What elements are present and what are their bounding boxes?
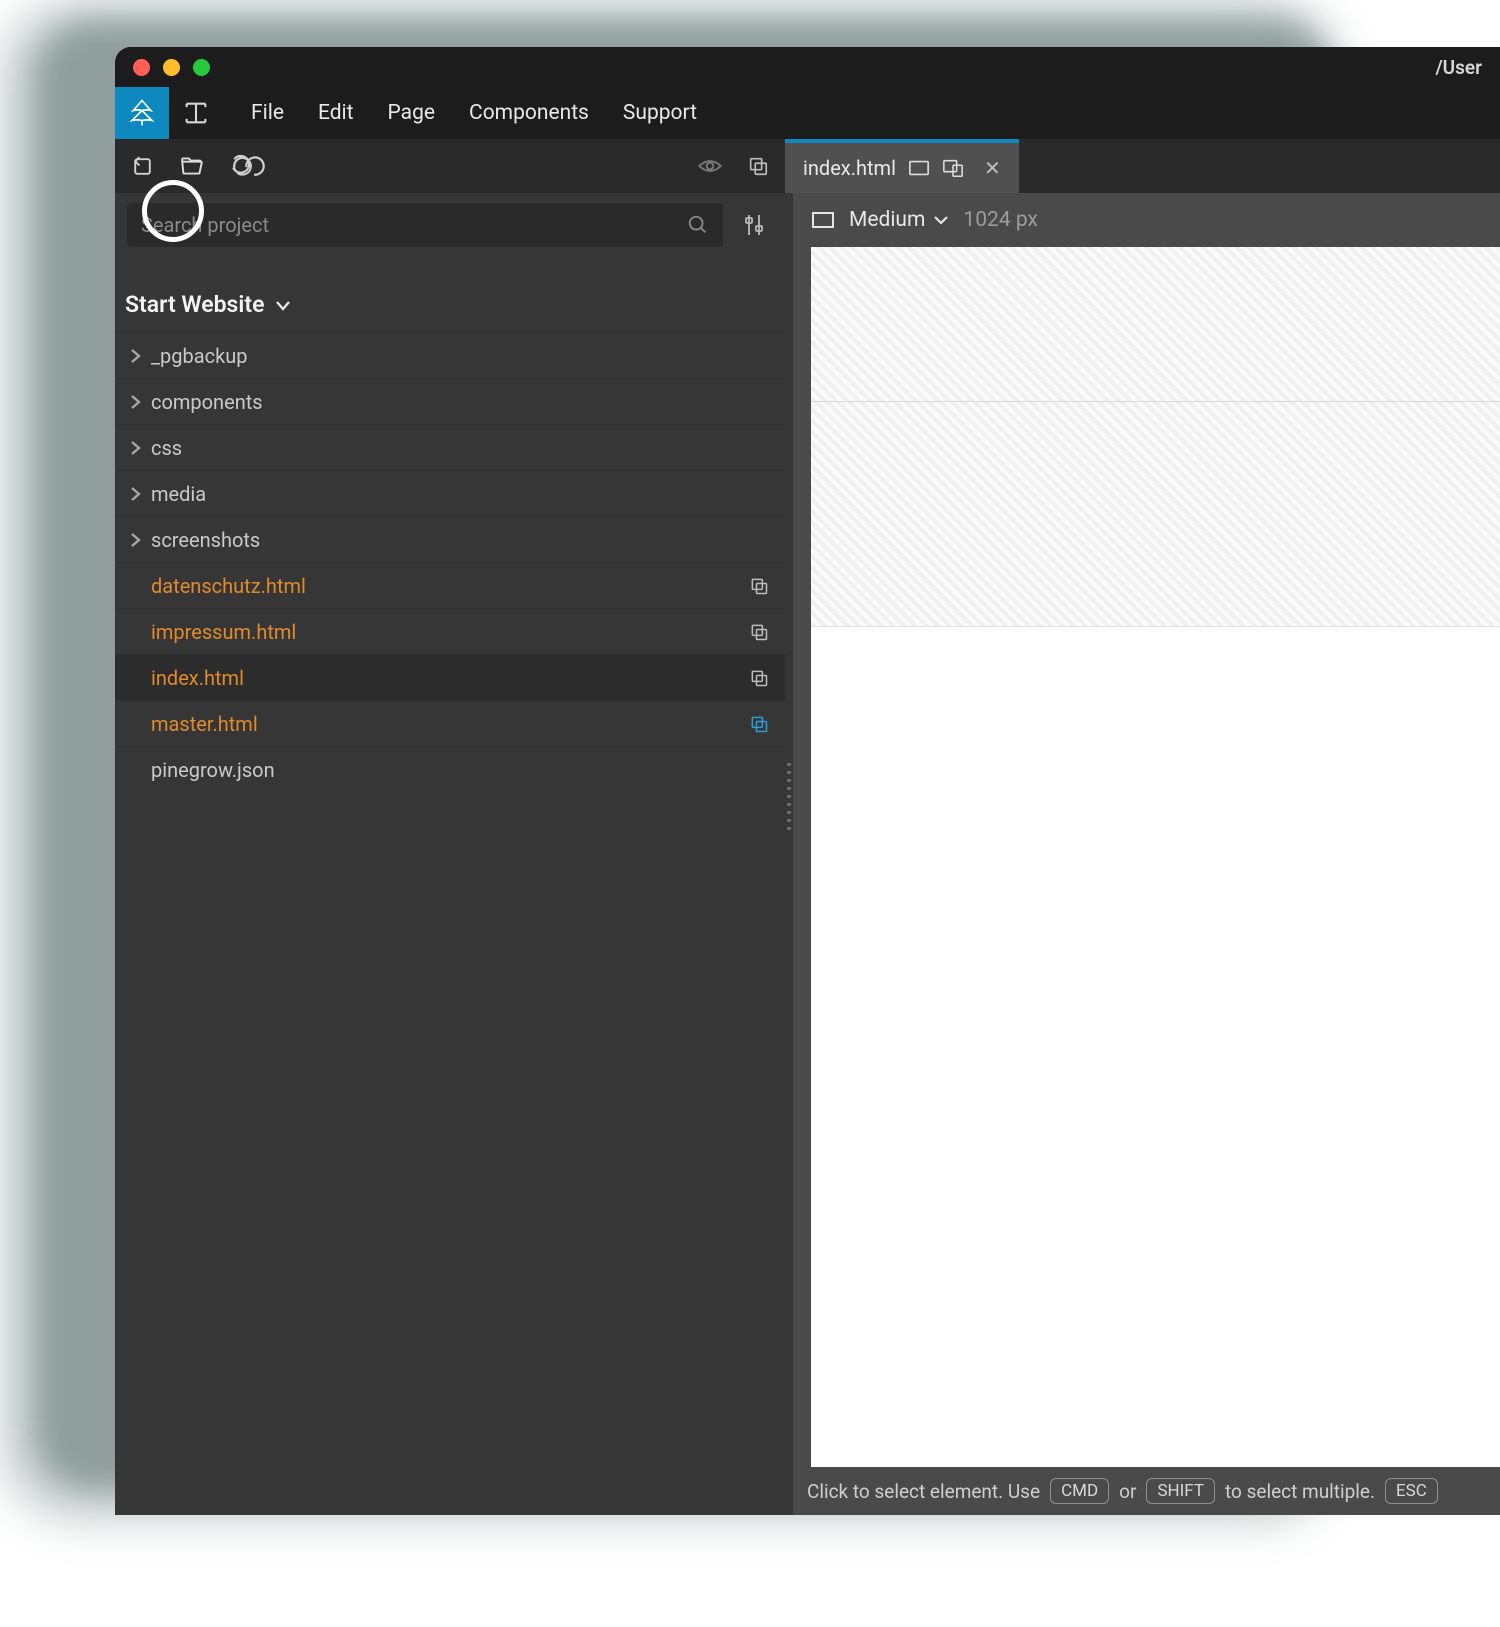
- file-label: pinegrow.json: [151, 758, 275, 782]
- open-folder-icon[interactable]: [173, 147, 211, 185]
- tab-responsive-icon[interactable]: [942, 158, 964, 178]
- file-master[interactable]: master.html: [115, 700, 785, 746]
- editor-toolbar: Medium 1024 px: [793, 193, 1500, 247]
- page-canvas[interactable]: [811, 247, 1500, 1467]
- breakpoint-dropdown[interactable]: Medium: [849, 208, 949, 232]
- reload-icon[interactable]: [123, 147, 161, 185]
- component-instance-icon[interactable]: [749, 668, 769, 688]
- folder-label: screenshots: [151, 528, 260, 552]
- file-label: impressum.html: [151, 620, 296, 644]
- sidebar-toolbar: [115, 139, 785, 193]
- component-master-icon[interactable]: [749, 714, 769, 734]
- folder-pgbackup[interactable]: _pgbackup: [115, 332, 785, 378]
- search-icon[interactable]: [687, 214, 709, 236]
- menu-support[interactable]: Support: [623, 101, 697, 125]
- kbd-shift: SHIFT: [1146, 1478, 1215, 1504]
- status-text: to select multiple.: [1225, 1480, 1375, 1503]
- file-tree: _pgbackup components css media screensho…: [115, 332, 785, 792]
- menu-components[interactable]: Components: [469, 101, 589, 125]
- folder-media[interactable]: media: [115, 470, 785, 516]
- menu-bar: File Edit Page Components Support: [115, 87, 1500, 139]
- component-instance-icon[interactable]: [749, 576, 769, 596]
- chevron-right-icon: [129, 348, 151, 364]
- window-titlebar: /User: [115, 47, 1500, 87]
- component-instance-icon[interactable]: [749, 622, 769, 642]
- file-label: datenschutz.html: [151, 574, 306, 598]
- kbd-cmd: CMD: [1050, 1478, 1109, 1504]
- viewport-width-label: 1024 px: [963, 208, 1037, 232]
- file-datenschutz[interactable]: datenschutz.html: [115, 562, 785, 608]
- file-label: index.html: [151, 666, 244, 690]
- editor-pane: Medium 1024 px Click to select element. …: [793, 193, 1500, 1515]
- canvas-region-header: [811, 247, 1500, 402]
- window-minimize-button[interactable]: [163, 59, 180, 76]
- project-name-dropdown[interactable]: Start Website: [115, 257, 785, 332]
- panel-resize-handle[interactable]: [785, 193, 793, 1515]
- window-title: /User: [1435, 56, 1482, 79]
- breakpoint-label: Medium: [849, 208, 925, 232]
- status-text: Click to select element. Use: [807, 1480, 1040, 1503]
- chevron-right-icon: [129, 532, 151, 548]
- search-project-box[interactable]: [127, 203, 723, 247]
- file-impressum[interactable]: impressum.html: [115, 608, 785, 654]
- folder-screenshots[interactable]: screenshots: [115, 516, 785, 562]
- folder-label: media: [151, 482, 206, 506]
- tab-strip: index.html ✕: [785, 139, 1500, 193]
- file-pinegrow-json[interactable]: pinegrow.json: [115, 746, 785, 792]
- toolbar-row: index.html ✕: [115, 139, 1500, 193]
- search-input[interactable]: [141, 213, 687, 237]
- status-bar: Click to select element. Use CMD or SHIF…: [793, 1467, 1500, 1515]
- chevron-right-icon: [129, 440, 151, 456]
- app-window: /User File Edit Page Components Support: [115, 47, 1500, 1515]
- close-icon[interactable]: ✕: [984, 156, 1001, 180]
- app-logo-icon[interactable]: [115, 87, 169, 139]
- tab-device-icon[interactable]: [908, 159, 930, 177]
- folder-label: components: [151, 390, 263, 414]
- project-name-label: Start Website: [125, 291, 264, 318]
- folder-label: _pgbackup: [151, 344, 247, 368]
- kbd-esc: ESC: [1385, 1478, 1438, 1504]
- window-close-button[interactable]: [133, 59, 150, 76]
- chevron-right-icon: [129, 394, 151, 410]
- duplicate-icon[interactable]: [739, 147, 777, 185]
- status-text: or: [1119, 1480, 1136, 1503]
- chevron-right-icon: [129, 486, 151, 502]
- tab-label: index.html: [803, 156, 896, 180]
- canvas-region-hero: [811, 402, 1500, 627]
- menu-edit[interactable]: Edit: [318, 101, 354, 125]
- menu-file[interactable]: File: [251, 101, 284, 125]
- window-zoom-button[interactable]: [193, 59, 210, 76]
- chevron-down-icon: [274, 298, 292, 312]
- settings-sliders-icon[interactable]: [735, 206, 773, 244]
- main-area: Start Website _pgbackup components: [115, 193, 1500, 1515]
- tab-index-html[interactable]: index.html ✕: [785, 139, 1019, 193]
- visibility-icon[interactable]: [691, 147, 729, 185]
- menu-page[interactable]: Page: [388, 101, 436, 125]
- folder-css[interactable]: css: [115, 424, 785, 470]
- folder-components[interactable]: components: [115, 378, 785, 424]
- editor-mode-icon[interactable]: [169, 87, 223, 139]
- file-label: master.html: [151, 712, 258, 736]
- folder-label: css: [151, 436, 182, 460]
- project-sidebar: Start Website _pgbackup components: [115, 193, 785, 1515]
- viewport-rect-icon[interactable]: [811, 210, 835, 230]
- file-index[interactable]: index.html: [115, 654, 785, 700]
